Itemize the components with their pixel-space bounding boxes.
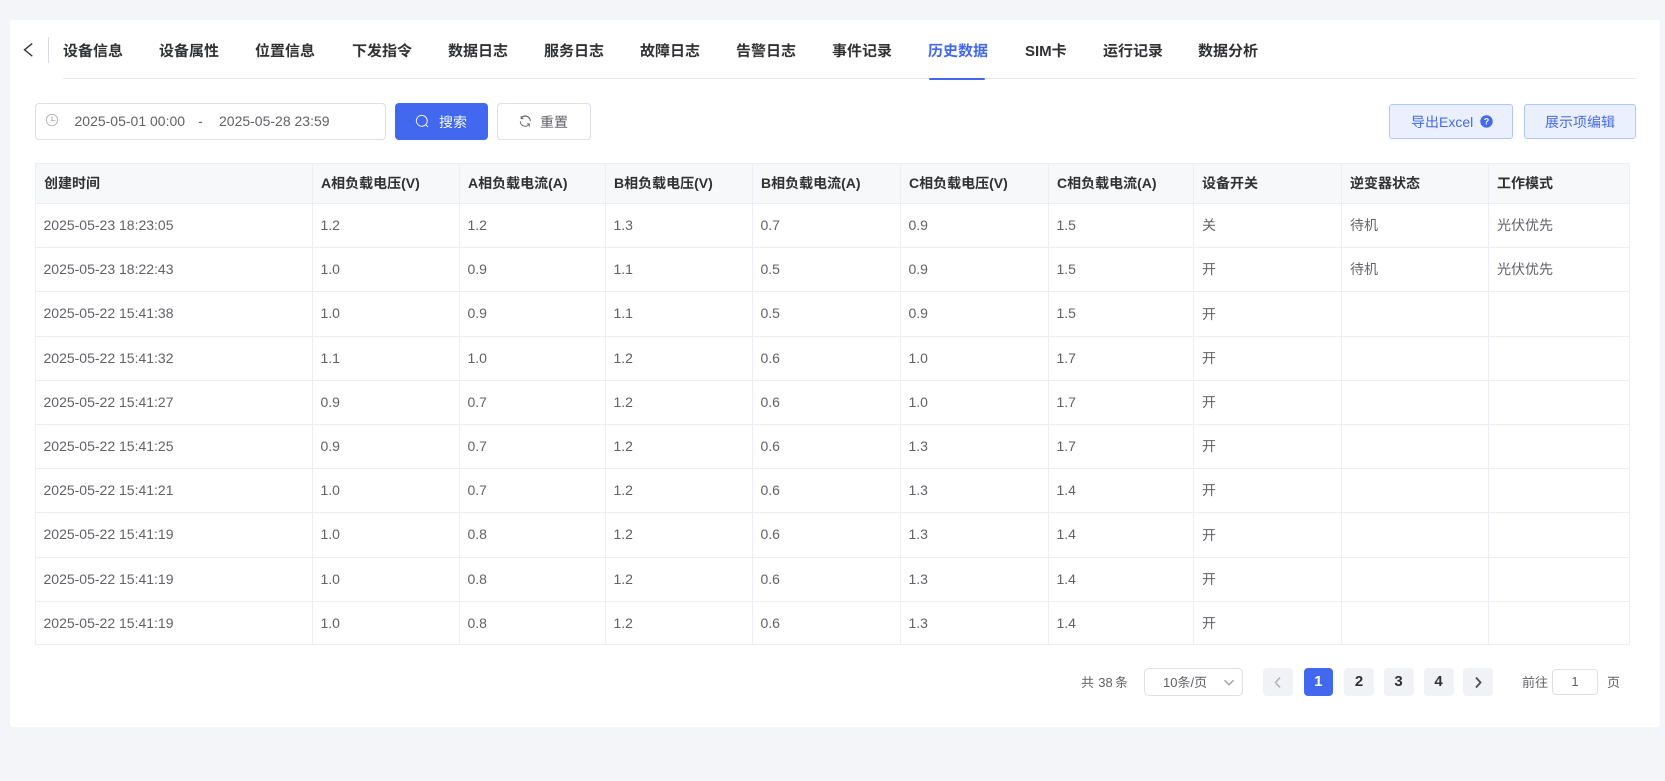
svg-text:(V): (V) bbox=[401, 175, 420, 191]
svg-text:SIM: SIM bbox=[1025, 43, 1052, 60]
svg-text:C: C bbox=[909, 175, 919, 191]
svg-text:C: C bbox=[1057, 175, 1067, 191]
svg-text:B: B bbox=[761, 175, 771, 191]
svg-text:/: / bbox=[1190, 675, 1194, 690]
svg-text:(V): (V) bbox=[989, 175, 1008, 191]
svg-text:?: ? bbox=[1484, 116, 1490, 126]
svg-text:A: A bbox=[321, 175, 331, 191]
svg-text:A: A bbox=[468, 175, 478, 191]
svg-text:B: B bbox=[614, 175, 624, 191]
svg-text:38: 38 bbox=[1098, 675, 1112, 690]
svg-text:(V): (V) bbox=[694, 175, 713, 191]
svg-text:Excel: Excel bbox=[1439, 114, 1473, 130]
svg-text:(A): (A) bbox=[1137, 175, 1156, 191]
svg-text:(A): (A) bbox=[841, 175, 860, 191]
svg-text:(A): (A) bbox=[548, 175, 567, 191]
svg-text:10: 10 bbox=[1163, 675, 1177, 690]
